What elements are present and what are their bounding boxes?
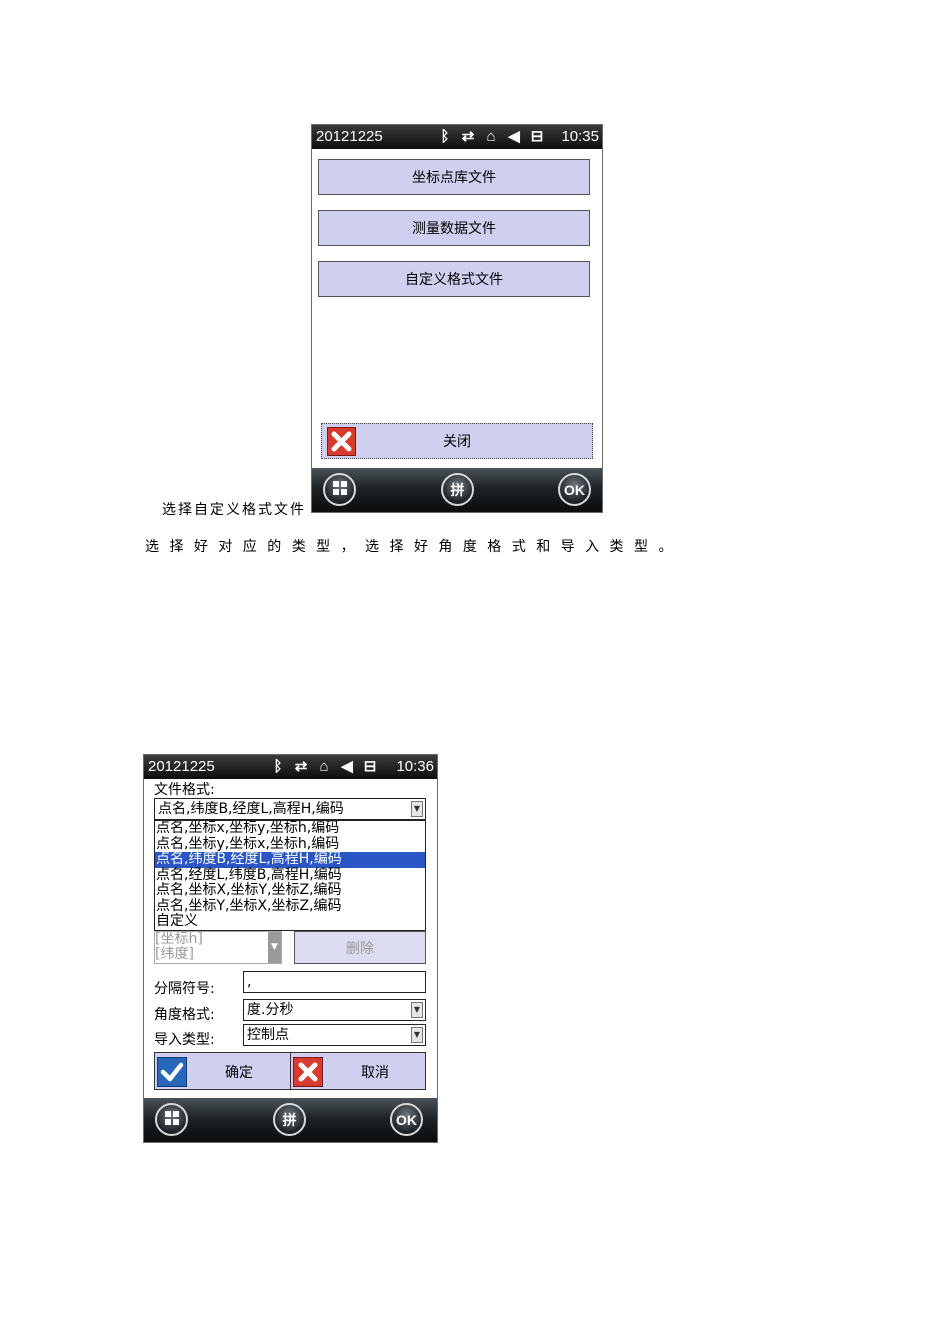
ok-button[interactable]: OK (558, 473, 591, 506)
soft-key-bar: 拼 OK (144, 1098, 437, 1142)
start-button[interactable] (155, 1103, 188, 1136)
bluetooth-icon: ᛒ (440, 128, 450, 145)
close-label: 关闭 (443, 434, 471, 450)
file-format-label: 文件格式: (154, 782, 215, 798)
list-item[interactable]: 自定义 (155, 914, 425, 930)
chevron-down-icon: ▼ (411, 801, 423, 817)
confirm-button[interactable]: 确定 (154, 1052, 291, 1090)
start-button[interactable] (323, 473, 356, 506)
status-time: 10:36 (396, 758, 434, 775)
status-date: 20121225 (148, 758, 215, 775)
angle-format-value: 度.分秒 (247, 1002, 294, 1018)
status-icons: ᛒ ⇄ ⌂ ◀ ⊟ (436, 127, 546, 146)
input-method-label: 拼 (282, 1111, 297, 1128)
instruction-text: 选 择 好 对 应 的 类 型 ， 选 择 好 角 度 格 式 和 导 入 类 … (145, 539, 673, 555)
caption-select-custom: 选择自定义格式文件 (162, 502, 306, 518)
ok-label: OK (564, 481, 585, 498)
survey-data-file-button[interactable]: 测量数据文件 (318, 210, 590, 246)
delete-button[interactable]: 删除 (294, 931, 426, 964)
bluetooth-icon: ᛒ (273, 758, 283, 775)
list-item-selected[interactable]: 点名,纬度B,经度L,高程H,编码 (155, 852, 425, 868)
field-order-list[interactable]: [坐标h] [纬度] ▼ (154, 931, 282, 964)
file-format-dropdown-list: 点名,坐标x,坐标y,坐标h,编码 点名,坐标y,坐标x,坐标h,编码 点名,纬… (154, 820, 426, 931)
screen-file-type-menu: 20121225 ᛒ ⇄ ⌂ ◀ ⊟ 10:35 坐标点库文件 测量数据文件 自… (311, 124, 603, 513)
input-method-label: 拼 (450, 481, 465, 498)
screen-custom-format-settings: 20121225 ᛒ ⇄ ⌂ ◀ ⊟ 10:36 文件格式: 点名,纬度B,经度… (143, 754, 438, 1143)
close-icon (327, 427, 356, 456)
windows-flag-icon (164, 1110, 180, 1129)
import-type-value: 控制点 (247, 1027, 289, 1043)
separator-input[interactable]: , (243, 971, 426, 993)
chevron-down-icon: ▼ (411, 1027, 423, 1043)
speaker-icon: ◀ (341, 758, 353, 775)
speaker-icon: ◀ (508, 128, 520, 145)
angle-format-select[interactable]: 度.分秒 ▼ (243, 999, 426, 1021)
windows-flag-icon (332, 480, 348, 499)
delete-label: 删除 (346, 940, 374, 957)
antenna-icon: ⌂ (319, 758, 329, 775)
list-item[interactable]: 点名,坐标x,坐标y,坐标h,编码 (155, 821, 425, 837)
list-item[interactable]: 点名,坐标Y,坐标X,坐标Z,编码 (155, 898, 425, 915)
list-item[interactable]: 点名,坐标y,坐标x,坐标h,编码 (155, 836, 425, 853)
close-icon (293, 1057, 323, 1087)
status-bar: 20121225 ᛒ ⇄ ⌂ ◀ ⊟ 10:36 (144, 755, 437, 779)
checkmark-icon (157, 1057, 187, 1087)
cancel-label: 取消 (361, 1065, 389, 1081)
input-method-button[interactable]: 拼 (441, 473, 474, 506)
separator-value: , (247, 974, 252, 990)
custom-format-file-button[interactable]: 自定义格式文件 (318, 261, 590, 297)
close-button[interactable]: 关闭 (321, 423, 593, 459)
battery-icon: ⊟ (530, 128, 544, 145)
list-item[interactable]: 点名,坐标X,坐标Y,坐标Z,编码 (155, 883, 425, 899)
ok-button[interactable]: OK (390, 1103, 423, 1136)
status-date: 20121225 (316, 128, 383, 145)
cancel-button[interactable]: 取消 (290, 1052, 426, 1090)
confirm-label: 确定 (225, 1065, 253, 1081)
status-icons: ᛒ ⇄ ⌂ ◀ ⊟ (269, 757, 379, 776)
list-item[interactable]: 点名,经度L,纬度B,高程H,编码 (155, 867, 425, 884)
antenna-icon: ⌂ (486, 128, 496, 145)
list-item: [纬度] (155, 946, 194, 962)
import-type-label: 导入类型: (154, 1032, 215, 1048)
status-time: 10:35 (561, 128, 599, 145)
import-type-select[interactable]: 控制点 ▼ (243, 1024, 426, 1046)
status-bar: 20121225 ᛒ ⇄ ⌂ ◀ ⊟ 10:35 (312, 125, 602, 149)
file-format-value: 点名,纬度B,经度L,高程H,编码 (158, 801, 344, 817)
sync-icon: ⇄ (294, 758, 308, 775)
file-format-select[interactable]: 点名,纬度B,经度L,高程H,编码 ▼ (154, 798, 426, 820)
sync-icon: ⇄ (461, 128, 475, 145)
separator-label: 分隔符号: (154, 981, 215, 997)
battery-icon: ⊟ (363, 758, 377, 775)
input-method-button[interactable]: 拼 (273, 1103, 306, 1136)
scroll-down-icon: ▼ (268, 932, 281, 963)
list-item: [坐标h] (155, 931, 203, 947)
soft-key-bar: 拼 OK (312, 468, 602, 512)
chevron-down-icon: ▼ (411, 1002, 423, 1018)
angle-format-label: 角度格式: (154, 1007, 215, 1023)
point-library-file-button[interactable]: 坐标点库文件 (318, 159, 590, 195)
ok-label: OK (396, 1111, 417, 1128)
